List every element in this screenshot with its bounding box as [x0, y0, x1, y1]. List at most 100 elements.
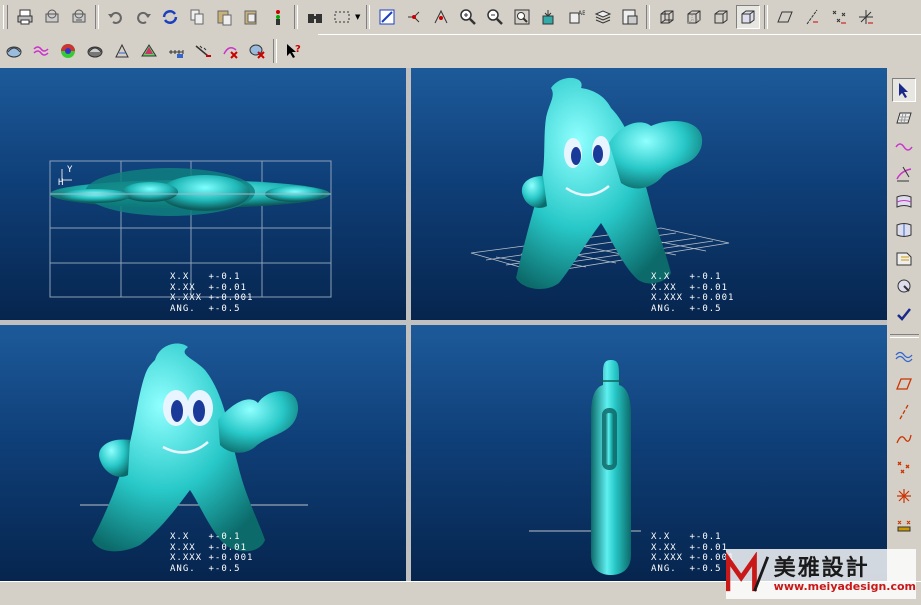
tolerance-line: X.X +-0.1: [651, 272, 722, 282]
meiya-logo-icon: [726, 552, 770, 592]
svg-text:AB: AB: [578, 10, 585, 17]
sketch-plane-icon[interactable]: [892, 106, 916, 130]
drop-curve-icon[interactable]: [892, 162, 916, 186]
connect-surface-icon[interactable]: [892, 218, 916, 242]
spin-center-icon[interactable]: [402, 5, 426, 29]
wireframe-icon[interactable]: [655, 5, 679, 29]
tolerance-line: X.X +-0.1: [651, 532, 722, 542]
redo-icon[interactable]: [131, 5, 155, 29]
refit-icon[interactable]: [510, 5, 534, 29]
no-hidden-icon[interactable]: [709, 5, 733, 29]
delete-surface-icon[interactable]: [892, 274, 916, 298]
coordinate-system-icon[interactable]: [892, 512, 916, 536]
deviation-icon[interactable]: [191, 39, 215, 63]
repaint-icon[interactable]: [375, 5, 399, 29]
viewport-side-view[interactable]: X.X +-0.1 X.XX +-0.01 X.XXX +-0.001 ANG.…: [411, 325, 887, 581]
separator: [764, 5, 768, 29]
toolbar-grip[interactable]: [3, 5, 8, 29]
viewport-isometric-view[interactable]: X.X +-0.1 X.XX +-0.01 X.XXX +-0.001 ANG.…: [411, 68, 887, 320]
point-offset-icon[interactable]: [892, 484, 916, 508]
delete-analysis-icon[interactable]: [218, 39, 242, 63]
watermark-url: www.meiyadesign.com: [773, 579, 916, 593]
surface-curvature-icon[interactable]: [29, 39, 53, 63]
tolerance-line: X.XXX +-0.001: [170, 553, 254, 563]
quick-print-icon[interactable]: [67, 5, 91, 29]
trim-surface-icon[interactable]: [892, 246, 916, 270]
reflection-icon[interactable]: [137, 39, 161, 63]
paste-special-icon[interactable]: [239, 5, 263, 29]
undo-icon[interactable]: [104, 5, 128, 29]
context-help-icon[interactable]: ?: [282, 39, 306, 63]
find-icon[interactable]: [303, 5, 327, 29]
hidden-line-icon[interactable]: [682, 5, 706, 29]
delete-all-analyses-icon[interactable]: [245, 39, 269, 63]
tolerance-line: X.XX +-0.01: [651, 542, 729, 553]
separator: [294, 5, 298, 29]
offset-analysis-icon[interactable]: [164, 39, 188, 63]
zoom-out-icon[interactable]: [483, 5, 507, 29]
graphics-area[interactable]: Y H X.X +-0.1 X.XX +-0.01 X.XXX +-0.001 …: [0, 68, 887, 581]
print-icon[interactable]: [13, 5, 37, 29]
tolerance-table: X.X +-0.1 X.XX +-0.01 X.XXX +-0.001 ANG.…: [170, 272, 253, 314]
saved-views-icon[interactable]: [537, 5, 561, 29]
analysis-toolbar: ?: [0, 34, 318, 69]
tolerance-line: X.XXX +-0.001: [651, 293, 735, 303]
axis-label-y: Y: [67, 165, 74, 175]
tolerance-line: ANG. +-0.5: [651, 563, 722, 574]
view-manager-icon[interactable]: AB: [564, 5, 588, 29]
done-checkmark-icon[interactable]: [892, 302, 916, 326]
draft-check-icon[interactable]: [83, 39, 107, 63]
right-toolbar: [888, 68, 921, 581]
curve-analysis-icon[interactable]: [2, 39, 26, 63]
model-side-view: [529, 360, 641, 575]
tolerance-line: X.XX +-0.01: [651, 282, 729, 293]
select-arrow-icon[interactable]: [892, 78, 916, 102]
separator: [273, 39, 277, 63]
dropdown-arrow-icon[interactable]: ▼: [355, 13, 363, 21]
copy-icon[interactable]: [185, 5, 209, 29]
datum-curve-icon[interactable]: [892, 428, 916, 452]
tolerance-line: X.X +-0.1: [170, 532, 241, 542]
separator: [646, 5, 650, 29]
paste-icon[interactable]: [212, 5, 236, 29]
tolerance-line: ANG. +-0.5: [170, 303, 241, 314]
model-tree-icon[interactable]: [266, 5, 290, 29]
datum-planes-icon[interactable]: [773, 5, 797, 29]
curve-network-icon[interactable]: [892, 344, 916, 368]
model-isometric-view: [470, 77, 730, 290]
model-display-icon[interactable]: [618, 5, 642, 29]
coordinate-systems-icon[interactable]: [854, 5, 878, 29]
svg-text:?: ?: [295, 44, 301, 55]
zoom-in-icon[interactable]: [456, 5, 480, 29]
datum-point-icon[interactable]: [892, 456, 916, 480]
datum-plane-icon[interactable]: [892, 372, 916, 396]
viewport-top-view[interactable]: Y H X.X +-0.1 X.XX +-0.01 X.XXX +-0.001 …: [0, 68, 406, 320]
create-surface-icon[interactable]: [892, 190, 916, 214]
orient-icon[interactable]: [429, 5, 453, 29]
print-preview-icon[interactable]: [40, 5, 64, 29]
axis-label-h: H: [58, 178, 65, 188]
watermark-name: 美雅設計: [773, 554, 870, 581]
tolerance-line: X.XXX +-0.001: [170, 293, 254, 303]
separator: [890, 334, 919, 338]
datum-axes-icon[interactable]: [800, 5, 824, 29]
watermark-logo: 美雅設計 www.meiyadesign.com: [726, 549, 916, 599]
datum-axis-icon[interactable]: [892, 400, 916, 424]
layers-icon[interactable]: [591, 5, 615, 29]
tolerance-line: X.X +-0.1: [170, 272, 241, 282]
shading-icon[interactable]: [735, 5, 760, 29]
regenerate-icon[interactable]: [158, 5, 182, 29]
tolerance-table: X.X +-0.1 X.XX +-0.01 X.XXX +-0.001 ANG.…: [651, 272, 734, 314]
viewport-front-view[interactable]: X.X +-0.1 X.XX +-0.01 X.XXX +-0.001 ANG.…: [0, 325, 406, 581]
main-toolbar: ▼ AB: [0, 0, 921, 35]
separator: [95, 5, 99, 29]
tolerance-line: X.XX +-0.01: [170, 282, 248, 293]
section-analysis-icon[interactable]: [110, 39, 134, 63]
shade-curvature-icon[interactable]: [56, 39, 80, 63]
tolerance-line: ANG. +-0.5: [651, 303, 722, 314]
selection-box-icon[interactable]: [330, 5, 354, 29]
create-curve-icon[interactable]: [892, 134, 916, 158]
tolerance-line: X.XX +-0.01: [170, 542, 248, 553]
tolerance-line: ANG. +-0.5: [170, 563, 241, 574]
datum-points-icon[interactable]: [827, 5, 851, 29]
